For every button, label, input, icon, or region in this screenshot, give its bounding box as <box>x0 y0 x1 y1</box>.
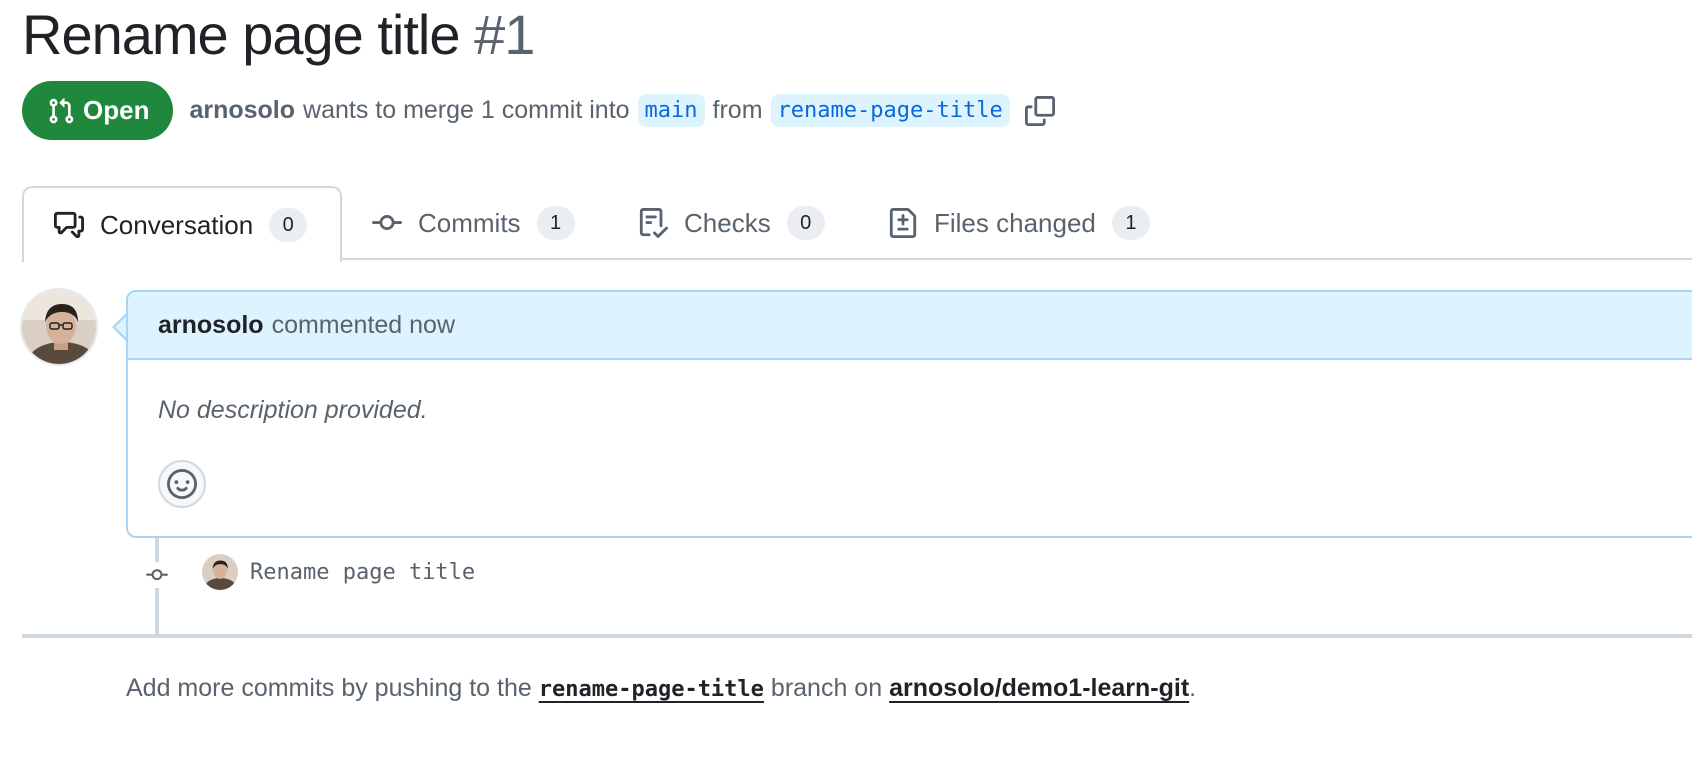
pr-title-text: Rename page title <box>22 3 461 66</box>
head-branch-link[interactable]: rename-page-title <box>770 94 1010 127</box>
tab-counter: 0 <box>786 206 825 240</box>
tab-label: Commits <box>418 207 521 238</box>
pr-number: #1 <box>474 3 535 66</box>
comment-timestamp: commented now <box>271 310 456 339</box>
git-pull-request-icon <box>47 97 75 125</box>
timeline-divider <box>22 634 1692 638</box>
state-label: Open <box>83 95 150 125</box>
base-branch-link[interactable]: main <box>637 94 705 127</box>
pr-meta: Open arnosolo wants to merge 1 commit in… <box>22 81 1056 140</box>
merge-summary: arnosolo wants to merge 1 commit into ma… <box>189 94 1010 127</box>
copy-icon <box>1024 95 1055 126</box>
tab-counter: 0 <box>269 208 308 242</box>
merge-text: wants to merge 1 commit into <box>303 96 630 124</box>
tab-files-changed[interactable]: Files changed 1 <box>888 186 1150 260</box>
file-diff-icon <box>888 208 918 238</box>
comment-header: arnosolo commented now <box>128 292 1692 360</box>
checklist-icon <box>638 208 668 238</box>
tab-label: Checks <box>684 207 771 238</box>
push-hint: Add more commits by pushing to the renam… <box>126 674 1196 703</box>
comment-discussion-icon <box>54 210 84 240</box>
tab-commits[interactable]: Commits 1 <box>372 186 575 260</box>
push-hint-prefix: Add more commits by pushing to the <box>126 674 532 702</box>
push-branch-link[interactable]: rename-page-title <box>539 677 764 702</box>
push-hint-middle: branch on <box>770 674 883 702</box>
pr-title: Rename page title #1 <box>22 2 535 67</box>
avatar[interactable] <box>20 288 98 366</box>
from-text: from <box>712 96 763 124</box>
add-reaction-button[interactable] <box>158 460 206 508</box>
tab-counter: 1 <box>536 206 575 240</box>
tab-checks[interactable]: Checks 0 <box>638 186 825 260</box>
push-hint-suffix: . <box>1189 674 1197 702</box>
git-commit-icon <box>372 208 402 238</box>
comment-author-link[interactable]: arnosolo <box>158 311 264 340</box>
tab-label: Conversation <box>100 209 254 240</box>
commit-message-link[interactable]: Rename page title <box>250 560 475 585</box>
repo-link[interactable]: arnosolo/demo1-learn-git <box>889 674 1189 703</box>
tab-conversation[interactable]: Conversation 0 <box>22 186 342 262</box>
tab-counter: 1 <box>1111 206 1150 240</box>
copy-branch-button[interactable] <box>1024 95 1056 127</box>
commit-author-avatar[interactable] <box>202 554 238 590</box>
comment-body: No description provided. <box>158 396 428 424</box>
git-commit-icon <box>140 562 174 588</box>
pr-tabs: Conversation 0 Commits 1 Checks 0 Files … <box>22 186 1692 262</box>
comment-card: arnosolo commented now No description pr… <box>126 290 1692 538</box>
tab-label: Files changed <box>934 207 1096 238</box>
smiley-icon <box>167 469 197 499</box>
pr-author-link[interactable]: arnosolo <box>189 96 295 125</box>
state-badge: Open <box>22 81 174 140</box>
